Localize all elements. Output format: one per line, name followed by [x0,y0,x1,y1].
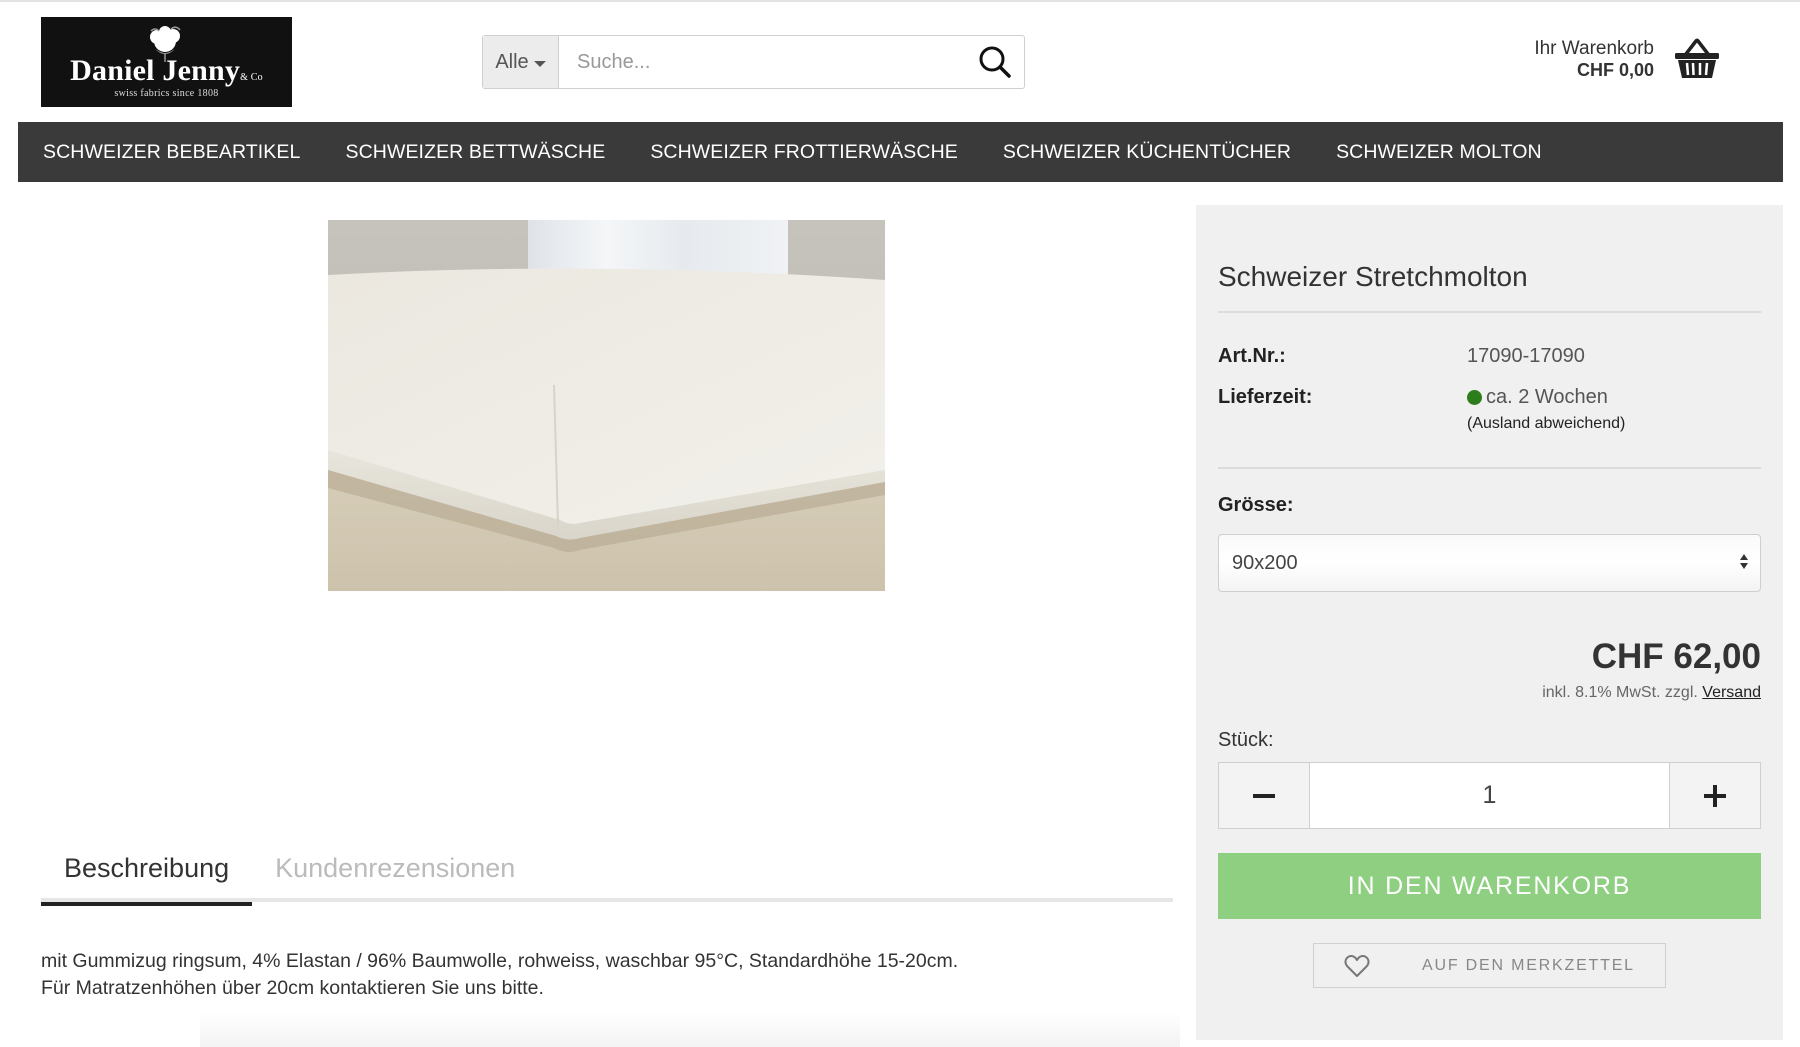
tab-beschreibung[interactable]: Beschreibung [41,835,253,906]
nav-item-bettwaesche[interactable]: SCHWEIZER BETTWÄSCHE [345,141,605,164]
delivery-value: ca. 2 Wochen [1467,386,1608,409]
cart-summary: Ihr Warenkorb CHF 0,00 [1534,38,1654,81]
nav-item-molton[interactable]: SCHWEIZER MOLTON [1336,141,1542,164]
chevron-down-icon [533,60,546,67]
quantity-input[interactable] [1310,763,1669,828]
size-select[interactable]: 90x200 [1218,534,1761,592]
delivery-label: Lieferzeit: [1218,386,1313,408]
cart-label: Ihr Warenkorb [1534,38,1654,59]
divider [1218,467,1761,469]
basket-icon [1675,38,1719,79]
delivery-note: (Ausland abweichend) [1467,415,1626,432]
product-title: Schweizer Stretchmolton [1218,261,1528,292]
search-category-dropdown[interactable]: Alle [483,36,559,88]
cart-total: CHF 0,00 [1576,59,1654,80]
product-tabs: Beschreibung Kundenrezensionen [41,835,1173,906]
article-number-label: Art.Nr.: [1218,345,1286,367]
heart-icon [1344,954,1370,977]
quantity-label: Stück: [1218,729,1274,751]
quantity-decrease-button[interactable] [1219,763,1310,828]
product-price: CHF 62,00 [1591,637,1761,676]
search-button[interactable] [966,36,1024,88]
search-input[interactable] [559,36,966,88]
price-note: inkl. 8.1% MwSt. zzgl. Versand [1542,684,1761,701]
size-label: Grösse: [1218,494,1294,516]
product-image[interactable] [328,220,885,591]
brand-logo[interactable]: Daniel Jenny& Co swiss fabrics since 180… [41,17,292,107]
divider [1218,311,1761,313]
cotton-flower-icon [150,26,181,62]
wishlist-label: AUF DEN MERKZETTEL [1422,957,1635,974]
tab-kundenrezensionen[interactable]: Kundenrezensionen [252,835,538,902]
search-bar: Alle [482,35,1025,89]
product-description: mit Gummizug ringsum, 4% Elastan / 96% B… [41,948,958,1002]
search-icon [979,46,1011,78]
shipping-link[interactable]: Versand [1702,684,1761,701]
main-navigation: SCHWEIZER BEBEARTIKEL SCHWEIZER BETTWÄSC… [18,122,1783,182]
nav-item-bebeartikel[interactable]: SCHWEIZER BEBEARTIKEL [43,141,300,164]
add-to-cart-button[interactable]: IN DEN WARENKORB [1218,853,1761,919]
nav-item-kuechentuecher[interactable]: SCHWEIZER KÜCHENTÜCHER [1003,141,1291,164]
availability-dot-icon [1467,390,1482,405]
top-rule [0,0,1800,2]
minus-icon [1253,793,1275,798]
select-arrows-icon [1740,554,1748,569]
quantity-stepper [1218,762,1761,829]
quantity-increase-button[interactable] [1669,763,1760,828]
mattress-photo [328,220,885,591]
size-selected-value: 90x200 [1232,551,1298,574]
nav-item-frottierwaesche[interactable]: SCHWEIZER FROTTIERWÄSCHE [650,141,958,164]
plus-icon [1704,784,1726,807]
description-line: Für Matratzenhöhen über 20cm kontaktiere… [41,977,544,999]
product-buy-panel: Schweizer Stretchmolton Art.Nr.: 17090-1… [1196,205,1783,1040]
search-category-label: Alle [495,50,529,73]
page-bottom-fade [200,1012,1180,1047]
brand-tagline: swiss fabrics since 1808 [114,88,219,99]
add-to-wishlist-button[interactable]: AUF DEN MERKZETTEL [1313,943,1666,988]
cart-widget[interactable]: Ihr Warenkorb CHF 0,00 [1534,38,1720,81]
description-line: mit Gummizug ringsum, 4% Elastan / 96% B… [41,950,959,972]
article-number-value: 17090-17090 [1467,345,1585,367]
